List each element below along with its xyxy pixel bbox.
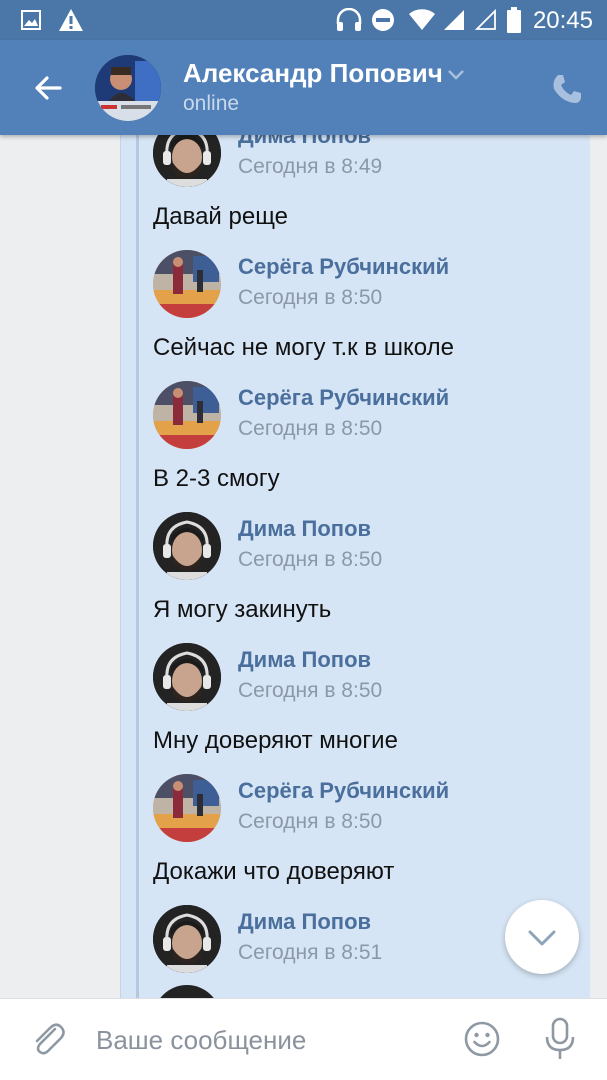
message-text: Давай реще [153,203,289,230]
message-text: Мну доверяют многие [153,727,398,754]
status-bar: 20:45 [0,0,607,40]
chevron-down-icon [528,930,556,946]
message-author[interactable]: Серёга Рубчинский [238,385,449,411]
message-input[interactable] [96,1021,436,1059]
message-text: Сейчас не могу т.к в школе [153,334,454,361]
back-arrow-icon[interactable] [30,70,66,106]
avatar[interactable] [153,250,221,318]
message-time: Сегодня в 8:51 [238,941,383,964]
message-text: Я могу закинуть [153,596,332,623]
wifi-icon [409,9,435,30]
emoji-icon[interactable] [463,1020,501,1058]
signal-empty-icon [475,9,496,30]
signal-icon [444,10,464,30]
message-time: Сегодня в 8:50 [238,810,383,833]
image-notification-icon [21,10,41,30]
avatar[interactable] [153,774,221,842]
chat-area[interactable]: Дима Попов Сегодня в 8:49 Давай реще Сер… [0,135,607,998]
paperclip-icon[interactable] [28,1019,68,1059]
avatar[interactable] [153,905,221,973]
message-author[interactable]: Серёга Рубчинский [238,778,449,804]
battery-icon [507,7,521,33]
contact-status: online [183,92,240,115]
message-author[interactable]: Дима Попов [238,516,371,542]
message-composer [0,998,607,1080]
message-author[interactable]: Дима Попов [238,647,371,673]
message-time: Сегодня в 8:49 [238,155,383,178]
do-not-disturb-icon [372,9,394,31]
chevron-down-icon[interactable] [446,68,466,82]
avatar[interactable] [153,643,221,711]
message-text: Докажи что доверяют [153,858,395,885]
avatar[interactable] [153,512,221,580]
message-author[interactable]: Дима Попов [238,909,371,935]
microphone-icon[interactable] [543,1017,577,1061]
chat-header: Александр Попович online [0,40,607,135]
message-time: Сегодня в 8:50 [238,286,383,309]
status-time: 20:45 [532,7,593,34]
phone-icon[interactable] [550,72,584,106]
message-author[interactable]: Серёга Рубчинский [238,254,449,280]
message-text: В 2-3 смогу [153,465,280,492]
headphones-icon [336,8,362,31]
avatar[interactable] [153,381,221,449]
message-time: Сегодня в 8:50 [238,548,383,571]
warning-icon [59,9,83,31]
contact-name[interactable]: Александр Попович [183,58,443,89]
message-time: Сегодня в 8:50 [238,679,383,702]
message-author[interactable]: Дима Попов [238,135,371,149]
message-time: Сегодня в 8:50 [238,417,383,440]
contact-avatar[interactable] [95,55,161,121]
scroll-down-button[interactable] [505,900,579,974]
forwarded-indicator-line [136,135,139,998]
